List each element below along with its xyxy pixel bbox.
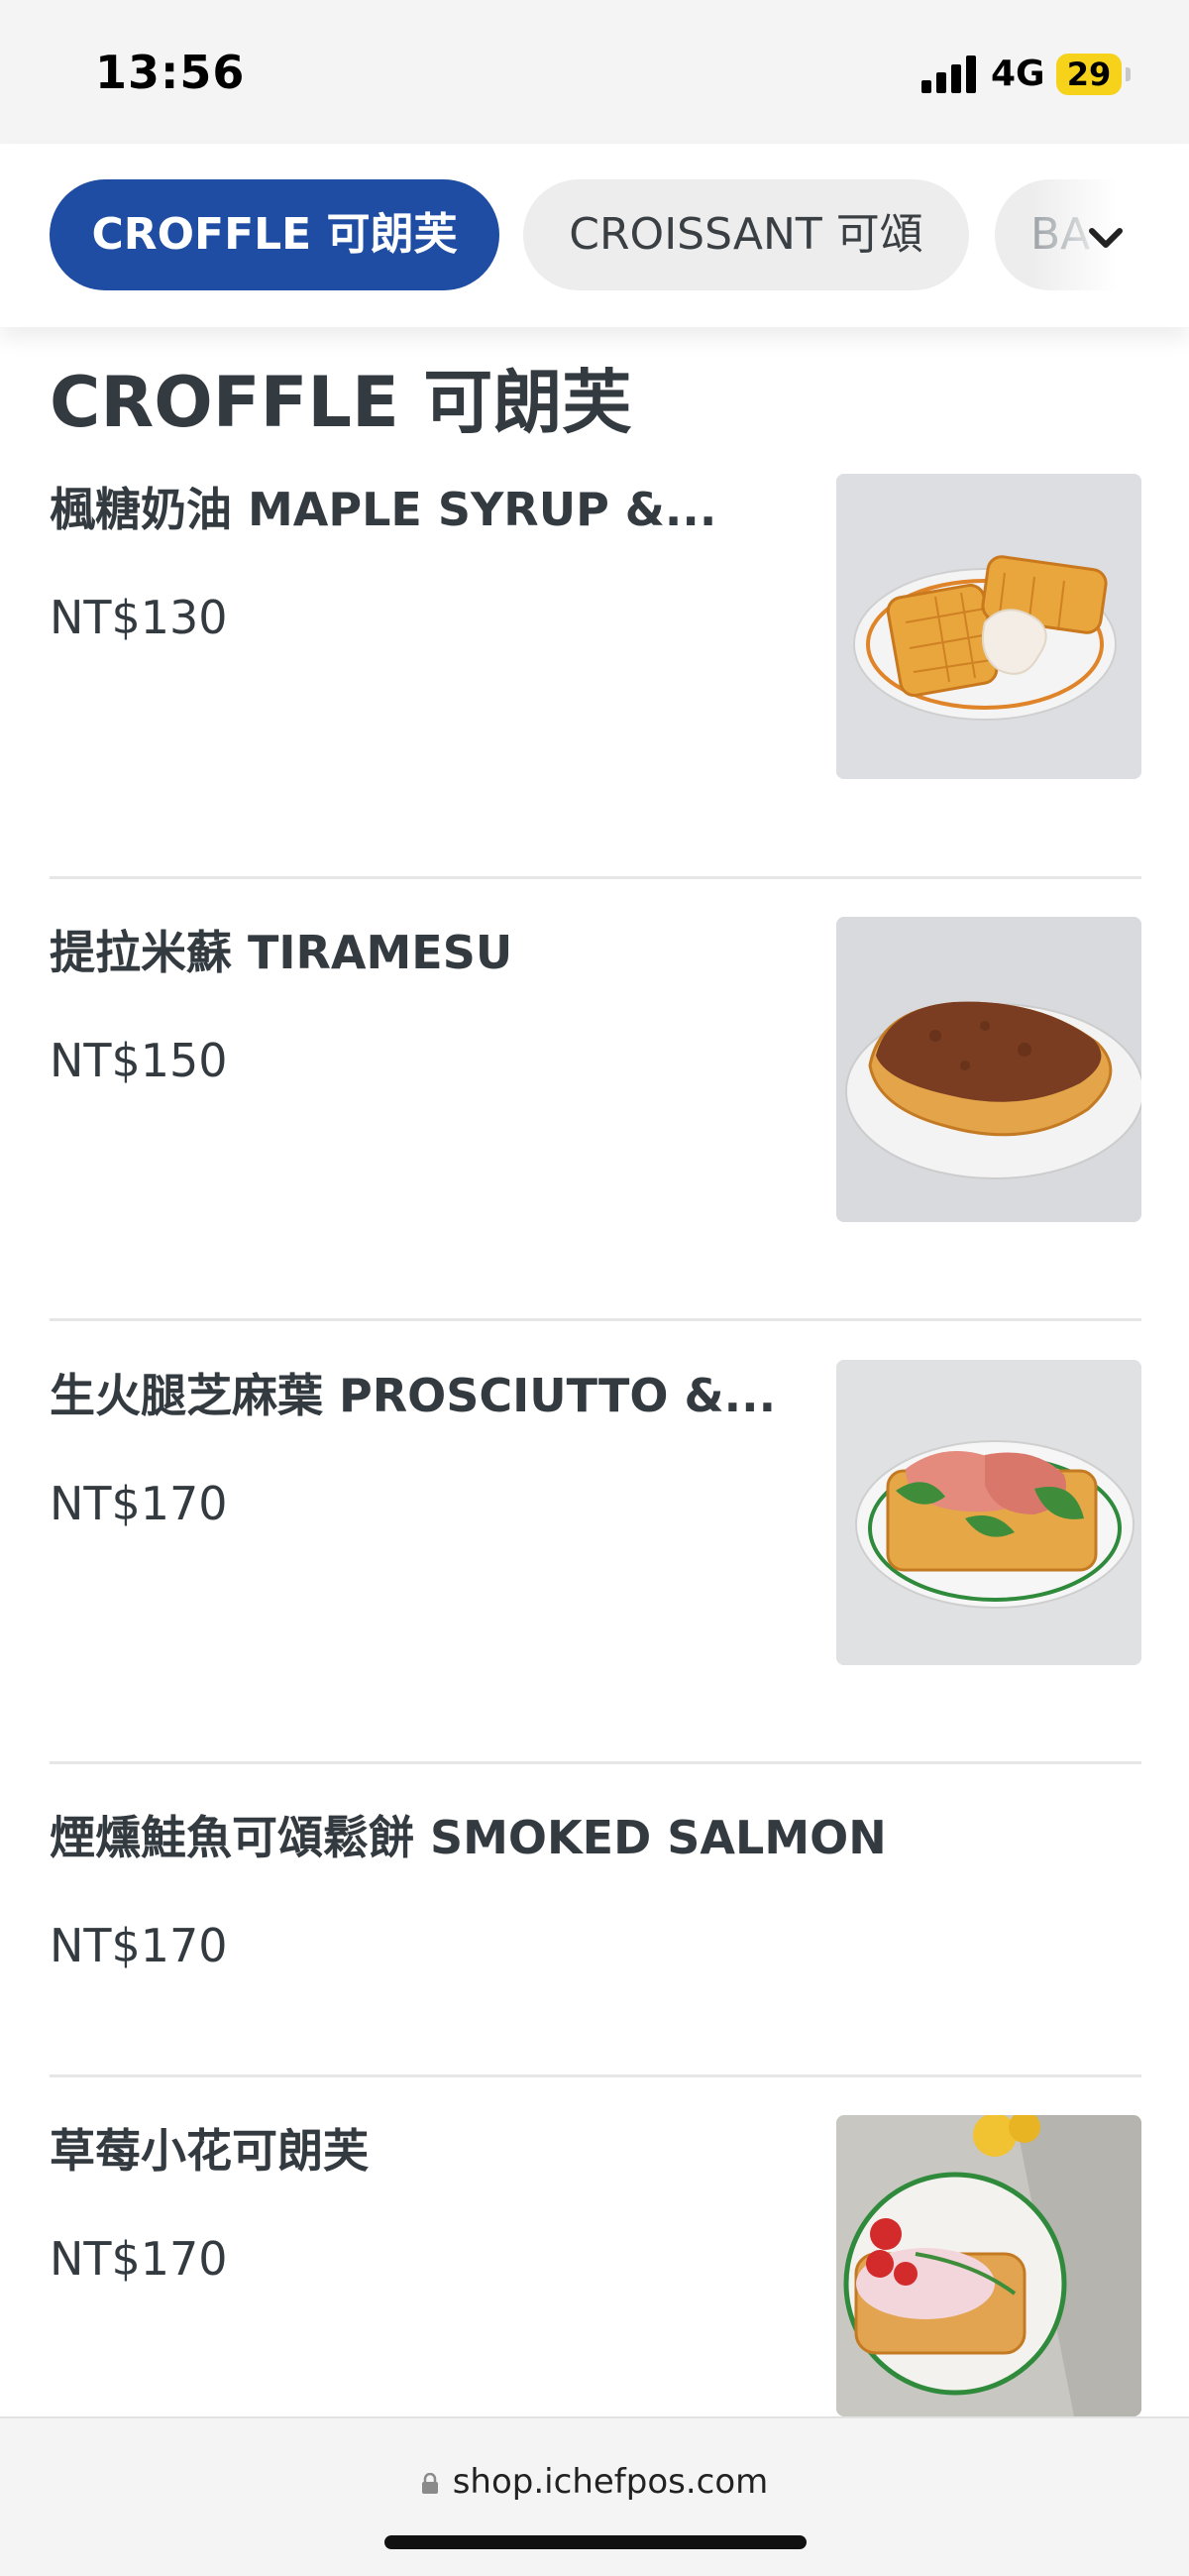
status-bar: 13:56 4G 29 [0,0,1189,144]
url-bar[interactable]: shop.ichefpos.com [0,2462,1189,2502]
item-price: NT$170 [50,1919,228,1972]
item-price: NT$170 [50,1477,228,1530]
divider [50,2074,1141,2077]
item-name: 提拉米蘇 TIRAMESU [50,926,513,979]
croffle-maple-butter-photo [836,474,1141,779]
category-tab-bar: CROFFLE 可朗芙 CROISSANT 可頌 BA [0,144,1189,327]
browser-bar: shop.ichefpos.com [0,2416,1189,2576]
menu-item-strawberry[interactable]: 草莓小花可朗芙 NT$170 [50,2115,1141,2416]
tab-croffle[interactable]: CROFFLE 可朗芙 [50,179,499,290]
battery-icon: 29 [1056,54,1122,95]
croffle-prosciutto-photo [836,1360,1141,1665]
menu-item-smoked-salmon[interactable]: 煙燻鮭魚可頌鬆餅 SMOKED SALMON NT$170 [50,1802,1141,1972]
url-text: shop.ichefpos.com [452,2462,769,2502]
croffle-tiramisu-photo [836,917,1141,1222]
divider [50,1761,1141,1764]
battery-cap [1126,67,1131,81]
lock-icon [421,2473,438,2494]
chevron-down-icon[interactable] [1086,218,1126,258]
menu-item-tiramisu[interactable]: 提拉米蘇 TIRAMESU NT$150 [50,917,1141,1224]
home-indicator[interactable] [384,2535,807,2549]
divider [50,876,1141,879]
item-price: NT$130 [50,591,228,644]
croffle-strawberry-photo [836,2115,1141,2416]
item-name: 生火腿芝麻葉 PROSCIUTTO &... [50,1369,777,1422]
item-price: NT$170 [50,2232,228,2286]
item-price: NT$150 [50,1034,228,1087]
item-name: 楓糖奶油 MAPLE SYRUP &... [50,483,717,536]
menu-item-maple[interactable]: 楓糖奶油 MAPLE SYRUP &... NT$130 [50,474,1141,781]
signal-icon [921,56,977,93]
section-title: CROFFLE 可朗芙 [50,362,632,443]
status-time: 13:56 [95,46,246,99]
item-name: 草莓小花可朗芙 [50,2124,369,2178]
menu-item-prosciutto[interactable]: 生火腿芝麻葉 PROSCIUTTO &... NT$170 [50,1360,1141,1667]
divider [50,1318,1141,1321]
tab-croissant[interactable]: CROISSANT 可頌 [523,179,969,290]
item-name: 煙燻鮭魚可頌鬆餅 SMOKED SALMON [50,1811,887,1864]
network-label: 4G [991,54,1045,94]
